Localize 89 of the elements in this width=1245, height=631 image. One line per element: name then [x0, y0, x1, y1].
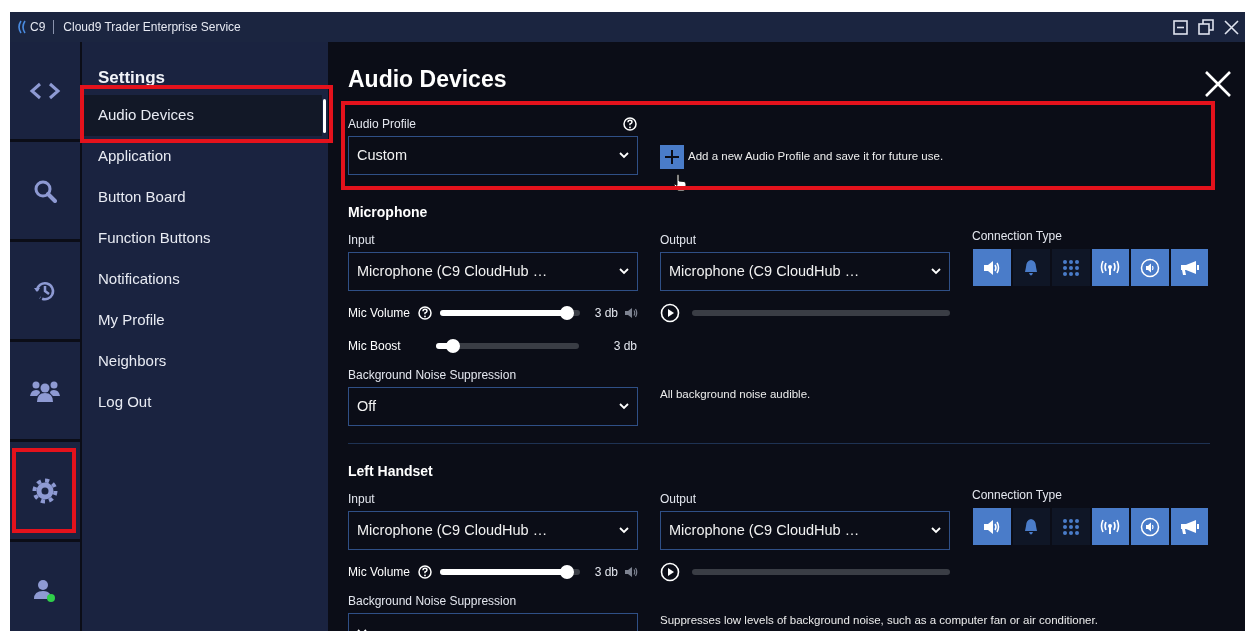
- minimize-icon[interactable]: [1173, 19, 1188, 35]
- bell-icon: [1024, 518, 1039, 535]
- profile-dropdown[interactable]: Custom: [348, 136, 638, 175]
- help-icon: [418, 565, 432, 579]
- field-label: Input: [348, 233, 376, 247]
- connection-type-button[interactable]: [1090, 248, 1130, 287]
- chevron-icon: [619, 527, 629, 534]
- chevron-icon: [619, 152, 629, 159]
- connection-type-button[interactable]: [1130, 248, 1170, 287]
- input-dropdown[interactable]: Microphone (C9 CloudHub …: [348, 511, 638, 550]
- section-title: Left Handset: [348, 462, 434, 481]
- close-icon[interactable]: [1224, 19, 1239, 35]
- slider-reading: 3 db: [594, 305, 618, 322]
- logo-text: C9: [30, 20, 46, 34]
- field-label: Input: [348, 492, 376, 506]
- slider-handle[interactable]: [560, 306, 575, 320]
- chevron-icon: [619, 403, 629, 410]
- field-label: Audio Profile: [348, 117, 417, 131]
- add-button[interactable]: [660, 145, 684, 169]
- nav-item[interactable]: Neighbors: [82, 340, 322, 382]
- slider-label: Mic Volume: [348, 564, 412, 581]
- bell-icon: [1024, 259, 1039, 276]
- antenna-icon: [1099, 259, 1122, 276]
- field-label: Background Noise Suppression: [348, 594, 518, 608]
- speaker-icon: [982, 259, 1001, 276]
- connection-type-button[interactable]: [1090, 507, 1130, 546]
- plus-icon: [664, 149, 680, 165]
- noise-suppression-dropdown[interactable]: Off: [348, 387, 638, 426]
- input-dropdown[interactable]: Microphone (C9 CloudHub …: [348, 252, 638, 291]
- play-icon[interactable]: [660, 303, 680, 323]
- megaphone-icon: [1179, 259, 1200, 276]
- play-icon[interactable]: [660, 562, 680, 582]
- field-label: Output: [660, 233, 698, 247]
- speaker-icon: [624, 307, 638, 319]
- nav-item[interactable]: Application: [82, 135, 322, 177]
- speaker-icon: [982, 518, 1001, 535]
- keypad-icon: [1062, 518, 1079, 535]
- nav-item[interactable]: Button Board: [82, 176, 322, 218]
- hand-cursor-icon: [673, 174, 687, 192]
- hint-text: Suppresses low levels of background noise, such as a computer fan or air conditioner.: [660, 614, 1098, 626]
- panel-title: Settings: [97, 67, 167, 89]
- slider-label: Mic Volume: [348, 305, 412, 322]
- slider-handle[interactable]: [446, 339, 461, 353]
- antenna-icon: [1099, 518, 1122, 535]
- connection-type-button[interactable]: [972, 248, 1012, 287]
- window-title: Cloud9 Trader Enterprise Service: [63, 19, 241, 36]
- nav-item[interactable]: My Profile: [82, 299, 322, 341]
- slider-handle[interactable]: [560, 565, 575, 579]
- restore-icon[interactable]: [1198, 19, 1214, 35]
- rail-button[interactable]: [33, 578, 57, 603]
- connection-type-button[interactable]: [1169, 248, 1209, 287]
- hint-text: Add a new Audio Profile and save it for future use.: [688, 149, 944, 165]
- chevron-icon: [931, 268, 941, 275]
- help-icon: [623, 117, 637, 131]
- slider-label: Mic Boost: [348, 338, 402, 355]
- page-title: Audio Devices: [348, 65, 508, 94]
- connection-type-button[interactable]: [1169, 507, 1209, 546]
- connection-type-button[interactable]: [1130, 507, 1170, 546]
- speaker-circle-icon: [1139, 516, 1160, 537]
- speaker-icon: [624, 566, 638, 578]
- scroll-indicator: [323, 98, 326, 133]
- output-dropdown[interactable]: Microphone (C9 CloudHub …: [660, 511, 950, 550]
- section-title: Microphone: [348, 203, 429, 222]
- chevron-icon: [619, 268, 629, 275]
- help-icon: [418, 306, 432, 320]
- settings-icon: [32, 477, 58, 504]
- speaker-circle-icon: [1139, 257, 1160, 278]
- rail-button[interactable]: [33, 178, 57, 203]
- search-icon: [33, 178, 57, 203]
- rail-button[interactable]: [28, 80, 62, 101]
- connection-type-button[interactable]: [972, 507, 1012, 546]
- field-label: Connection Type: [972, 488, 1063, 502]
- rail-button[interactable]: [32, 477, 58, 504]
- slider-reading: 3 db: [594, 564, 618, 581]
- field-label: Background Noise Suppression: [348, 368, 518, 382]
- nav-item[interactable]: Function Buttons: [82, 217, 322, 259]
- chevron-icon: [931, 527, 941, 534]
- slider-reading: 3 db: [613, 338, 637, 355]
- signal-waves-icon: [16, 20, 26, 34]
- output-dropdown[interactable]: Microphone (C9 CloudHub …: [660, 252, 950, 291]
- field-label: Connection Type: [972, 229, 1063, 243]
- nav-item[interactable]: Log Out: [82, 381, 322, 423]
- keypad-icon: [1062, 259, 1079, 276]
- nav-item[interactable]: Notifications: [82, 258, 322, 300]
- code-icon: [28, 80, 62, 101]
- user-status-icon: [33, 578, 57, 603]
- hint-text: All background noise audible.: [660, 388, 811, 400]
- megaphone-icon: [1179, 518, 1200, 535]
- field-label: Output: [660, 492, 698, 506]
